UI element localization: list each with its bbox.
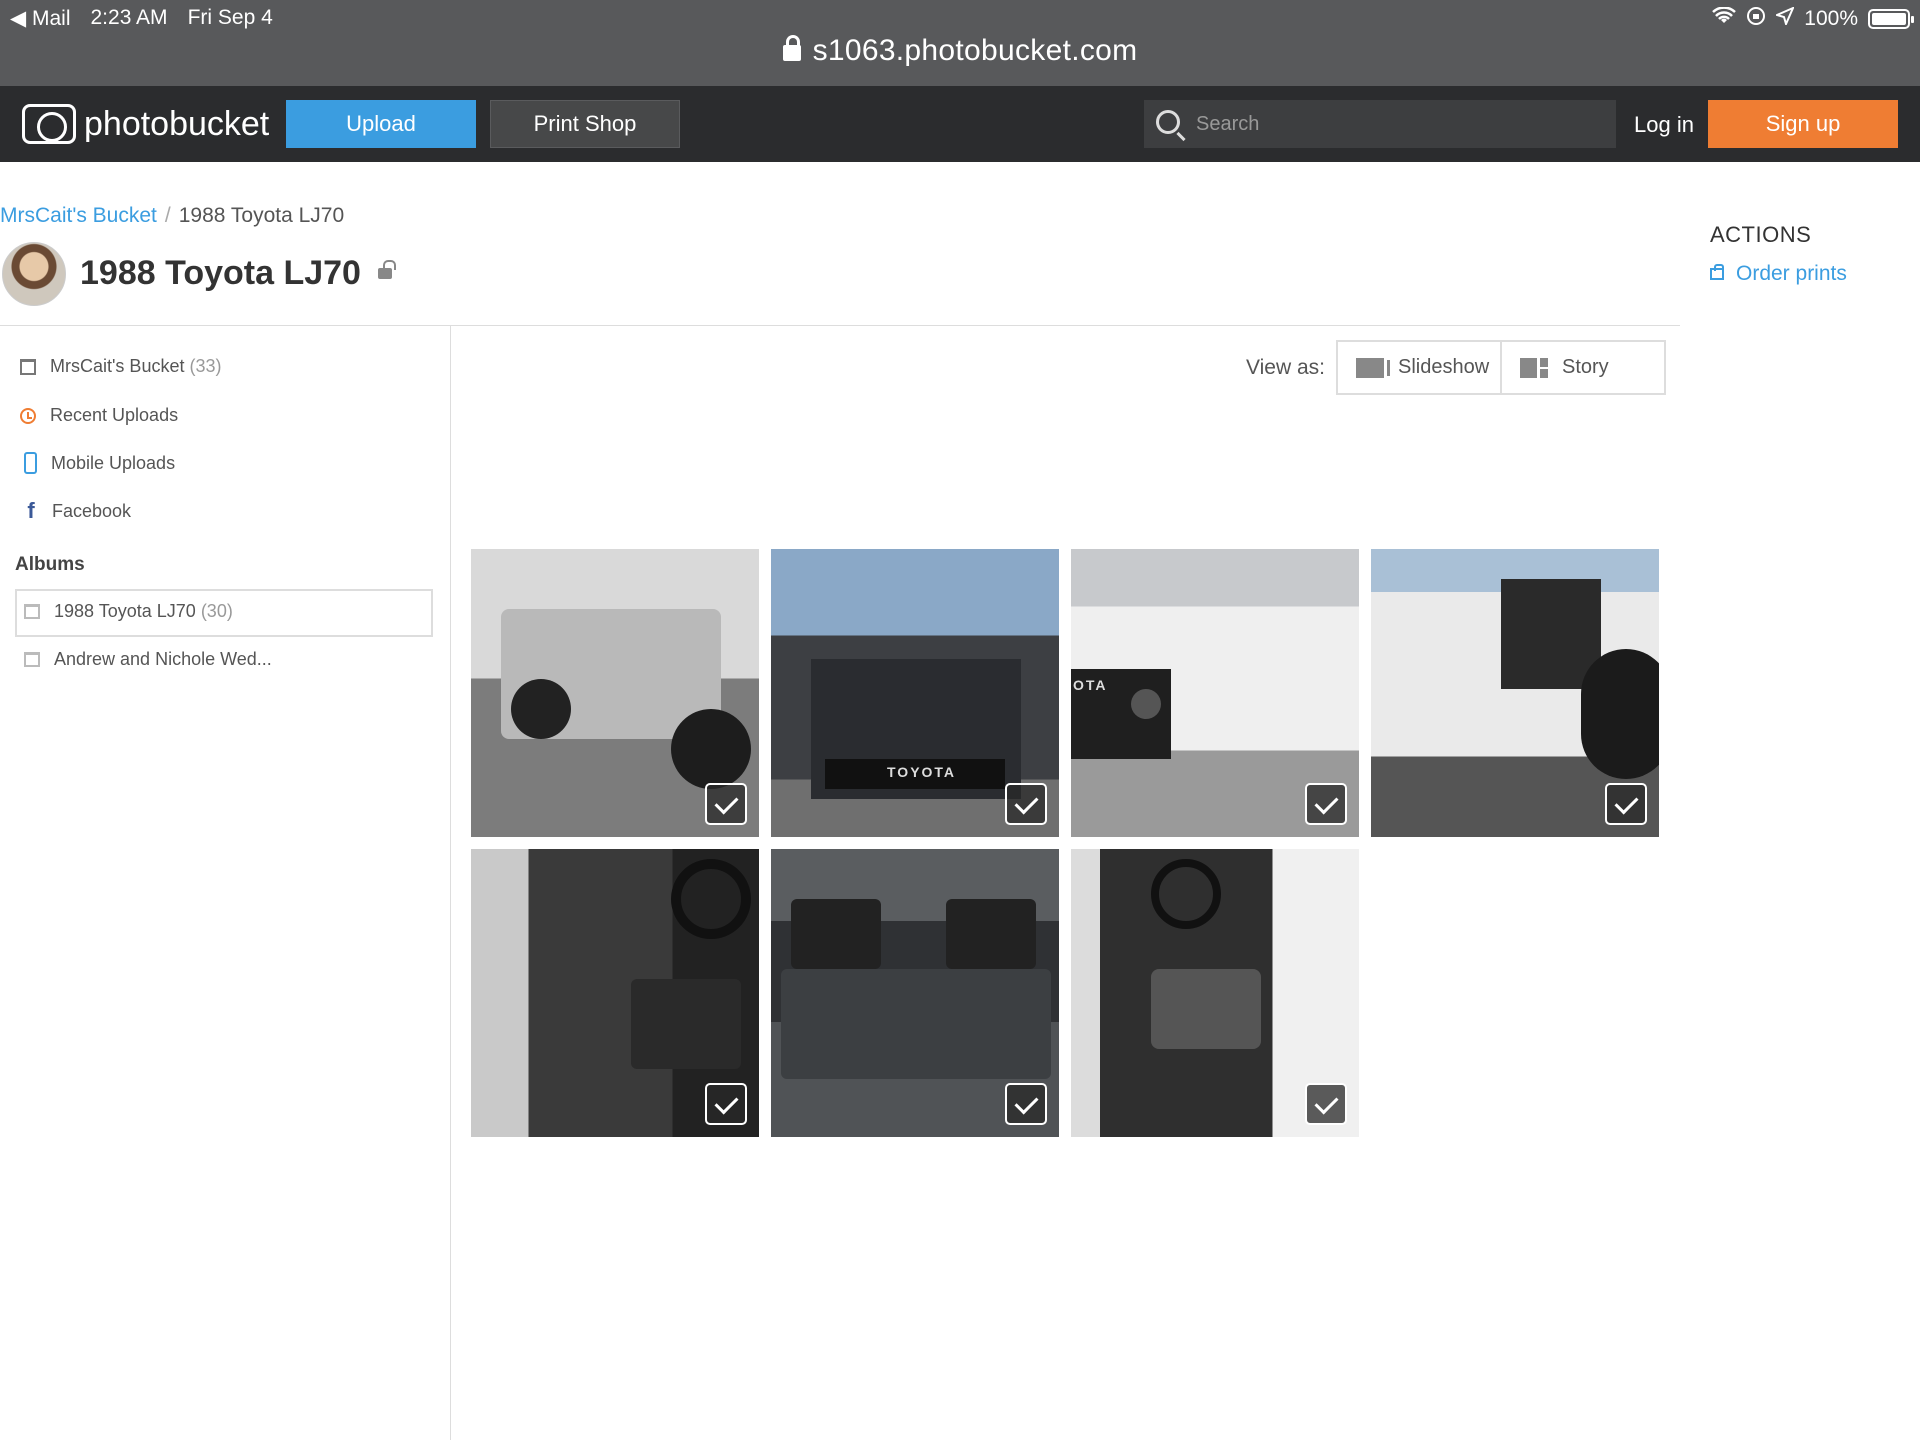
login-link[interactable]: Log in: [1634, 112, 1694, 138]
slideshow-label: Slideshow: [1398, 356, 1490, 378]
select-checkbox[interactable]: [705, 783, 747, 825]
sidebar-item-facebook[interactable]: f Facebook: [24, 500, 131, 522]
avatar[interactable]: [2, 242, 66, 306]
sidebar-item-label: MrsCait's Bucket: [50, 356, 185, 376]
status-bar: ◀ Mail 2:23 AM Fri Sep 4 100%: [10, 4, 1914, 32]
photo-content: [781, 969, 1051, 1079]
album-item-wedding[interactable]: Andrew and Nichole Wed...: [24, 649, 272, 670]
photo-thumbnail[interactable]: [471, 849, 759, 1137]
browser-chrome: ◀ Mail 2:23 AM Fri Sep 4 100% s1063.phot…: [0, 0, 1920, 86]
actions-heading: ACTIONS: [1710, 222, 1812, 247]
select-checkbox[interactable]: [1605, 783, 1647, 825]
select-checkbox[interactable]: [1305, 783, 1347, 825]
order-prints-label: Order prints: [1736, 262, 1847, 285]
grille-text: TOYOTA: [887, 764, 957, 780]
unlock-icon: [378, 260, 396, 279]
breadcrumb-separator: /: [164, 204, 171, 227]
sidebar-item-recent-uploads[interactable]: Recent Uploads: [20, 405, 178, 426]
address-bar[interactable]: s1063.photobucket.com: [0, 34, 1920, 68]
search-input[interactable]: [1196, 112, 1616, 136]
breadcrumb: MrsCait's Bucket / 1988 Toyota LJ70: [0, 204, 344, 228]
photo-thumbnail[interactable]: OTA: [1071, 549, 1359, 837]
sidebar-item-label: Mobile Uploads: [51, 452, 176, 473]
sidebar-item-bucket[interactable]: MrsCait's Bucket (33): [20, 356, 222, 377]
grille-text: OTA: [1073, 677, 1108, 693]
header-divider: [0, 325, 1680, 326]
photo-content: [511, 679, 571, 739]
page-title: 1988 Toyota LJ70: [80, 254, 361, 292]
location-icon: [1774, 6, 1796, 31]
photo-content: [1581, 649, 1659, 779]
sidebar-item-label: Facebook: [52, 500, 132, 521]
battery-percent: 100%: [1804, 7, 1858, 30]
photo-thumbnail[interactable]: TOYOTA: [771, 549, 1059, 837]
top-nav: photobucket Upload Print Shop Log in Sig…: [0, 86, 1920, 162]
search-icon[interactable]: [1156, 110, 1180, 134]
album-icon: [24, 652, 40, 667]
select-checkbox[interactable]: [1005, 1083, 1047, 1125]
breadcrumb-current: 1988 Toyota LJ70: [178, 204, 345, 227]
url-text: s1063.photobucket.com: [812, 34, 1138, 67]
album-item-toyota[interactable]: 1988 Toyota LJ70 (30): [24, 601, 233, 622]
orientation-lock-icon: [1746, 6, 1766, 32]
photo-thumbnail[interactable]: [471, 549, 759, 837]
back-to-mail[interactable]: ◀ Mail: [10, 6, 71, 31]
photo-thumbnail[interactable]: [1071, 849, 1359, 1137]
select-checkbox[interactable]: [705, 1083, 747, 1125]
sidebar-item-mobile-uploads[interactable]: Mobile Uploads: [24, 452, 175, 474]
album-item-count: (30): [200, 601, 233, 621]
wifi-icon: [1712, 6, 1737, 31]
story-label: Story: [1562, 356, 1609, 378]
clock-icon: [20, 407, 36, 424]
lock-icon: [782, 35, 801, 61]
camera-logo-icon: [22, 104, 76, 144]
story-icon: [1520, 357, 1548, 378]
order-prints-link[interactable]: Order prints: [1710, 262, 1847, 286]
photobucket-logo[interactable]: photobucket: [22, 104, 269, 144]
slideshow-icon: [1356, 357, 1390, 378]
photo-content: [1151, 969, 1261, 1049]
print-shop-button[interactable]: Print Shop: [490, 100, 680, 148]
albums-heading: Albums: [15, 554, 85, 575]
shopping-bag-icon: [1710, 264, 1724, 280]
sidebar-divider: [450, 326, 451, 1440]
select-checkbox[interactable]: [1005, 783, 1047, 825]
photo-content: [671, 709, 751, 789]
album-item-label: 1988 Toyota LJ70: [54, 601, 196, 621]
photo-thumbnail[interactable]: [771, 849, 1059, 1137]
photo-content: [631, 979, 741, 1069]
story-button[interactable]: Story: [1500, 340, 1666, 395]
photo-content: [1151, 859, 1221, 929]
upload-button[interactable]: Upload: [286, 100, 476, 148]
sidebar-item-count: (33): [189, 356, 222, 376]
breadcrumb-root-link[interactable]: MrsCait's Bucket: [0, 204, 157, 227]
logo-text: photobucket: [84, 104, 270, 143]
album-icon: [24, 604, 40, 619]
slideshow-button[interactable]: Slideshow: [1336, 340, 1502, 395]
phone-icon: [24, 452, 37, 474]
photo-content: [946, 899, 1036, 969]
photo-thumbnail[interactable]: [1371, 549, 1659, 837]
status-date: Fri Sep 4: [187, 6, 273, 29]
photo-content: [671, 859, 751, 939]
sidebar-item-label: Recent Uploads: [50, 405, 179, 425]
search-box: [1144, 100, 1616, 148]
facebook-icon: f: [27, 498, 35, 523]
battery-icon: [1868, 9, 1914, 29]
view-as-label: View as:: [1246, 356, 1325, 379]
select-checkbox[interactable]: [1305, 1083, 1347, 1125]
photo-content: [791, 899, 881, 969]
signup-button[interactable]: Sign up: [1708, 100, 1898, 148]
status-time: 2:23 AM: [90, 6, 168, 29]
bucket-icon: [20, 358, 36, 375]
album-item-label: Andrew and Nichole Wed...: [54, 649, 272, 669]
photo-content: [1131, 689, 1161, 719]
